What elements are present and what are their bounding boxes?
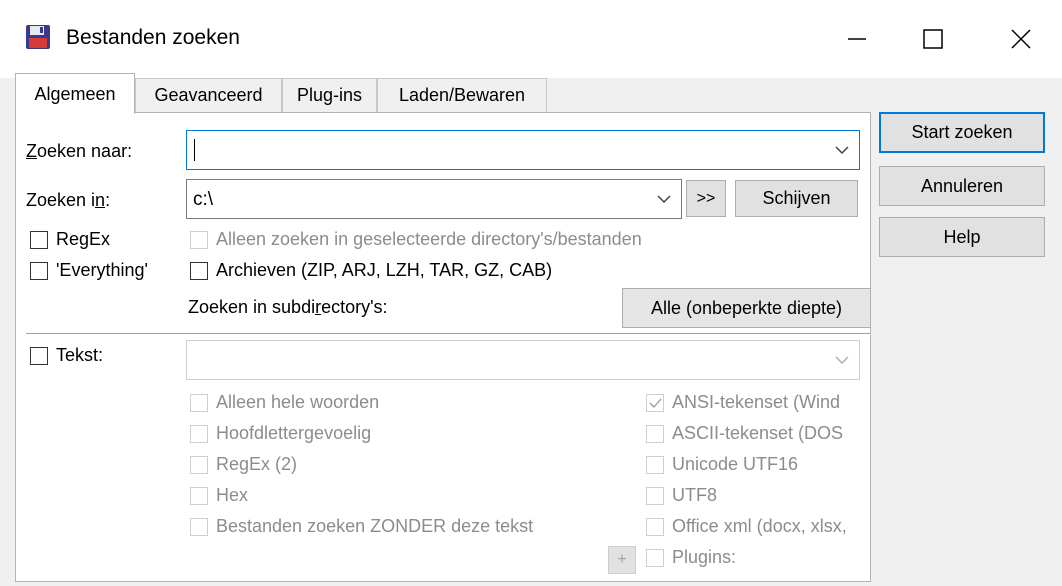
window-title: Bestanden zoeken	[66, 26, 240, 49]
hex-label: Hex	[216, 485, 249, 505]
maximize-button[interactable]	[902, 0, 964, 78]
text-cursor	[194, 139, 195, 161]
tab-algemeen[interactable]: Algemeen	[15, 73, 135, 114]
maximize-icon	[923, 29, 943, 49]
chevron-down-icon	[835, 356, 849, 364]
regex-label: RegEx	[56, 229, 111, 249]
text-label: Tekst:	[56, 345, 104, 365]
drives-button[interactable]: Schijven	[735, 180, 858, 217]
regex2-label: RegEx (2)	[216, 454, 298, 474]
tab-laden-bewaren[interactable]: Laden/Bewaren	[377, 78, 547, 112]
floppy-disk-icon	[26, 25, 50, 49]
text-checkbox[interactable]	[30, 347, 48, 365]
start-search-button[interactable]: Start zoeken	[879, 112, 1045, 153]
case-sensitive-checkbox[interactable]	[190, 425, 208, 443]
subdirs-label: Zoeken in subdirectory's:	[188, 297, 388, 317]
close-icon	[1011, 29, 1031, 49]
subdirs-depth-button[interactable]: Alle (onbeperkte diepte)	[622, 288, 871, 328]
browse-button[interactable]: >>	[686, 180, 726, 217]
utf16-checkbox[interactable]	[646, 456, 664, 474]
without-text-label: Bestanden zoeken ZONDER deze tekst	[216, 516, 534, 536]
chevron-down-icon	[835, 146, 849, 154]
ansi-label: ANSI-tekenset (Wind	[672, 392, 841, 412]
archives-checkbox[interactable]	[190, 262, 208, 280]
regex-checkbox[interactable]	[30, 231, 48, 249]
tab-plugins[interactable]: Plug-ins	[282, 78, 377, 112]
search-in-value: c:\	[193, 189, 214, 210]
utf8-label: UTF8	[672, 485, 717, 505]
search-in-combobox[interactable]: c:\	[186, 179, 682, 219]
ascii-checkbox[interactable]	[646, 425, 664, 443]
close-button[interactable]	[990, 0, 1052, 78]
ascii-label: ASCII-tekenset (DOS	[672, 423, 844, 443]
utf8-checkbox[interactable]	[646, 487, 664, 505]
archives-label: Archieven (ZIP, ARJ, LZH, TAR, GZ, CAB)	[216, 260, 553, 280]
without-text-checkbox[interactable]	[190, 518, 208, 536]
case-sensitive-label: Hoofdlettergevoelig	[216, 423, 372, 443]
minimize-icon	[848, 38, 866, 40]
selected-only-checkbox[interactable]	[190, 231, 208, 249]
chevron-down-icon	[657, 195, 671, 203]
ansi-checkbox[interactable]	[646, 394, 664, 412]
plugins-add-button[interactable]: +	[608, 546, 636, 574]
whole-words-label: Alleen hele woorden	[216, 392, 380, 412]
utf16-label: Unicode UTF16	[672, 454, 799, 474]
search-in-label: Zoeken in:	[26, 190, 111, 210]
everything-label: 'Everything'	[56, 260, 148, 280]
help-button[interactable]: Help	[879, 217, 1045, 257]
checkmark-icon	[649, 398, 662, 409]
text-combobox[interactable]	[186, 340, 860, 380]
search-for-label: Zoeken naar:	[26, 141, 133, 161]
office-xml-checkbox[interactable]	[646, 518, 664, 536]
search-for-combobox[interactable]	[186, 130, 860, 170]
plugins-label: Plugins:	[672, 547, 737, 567]
minimize-button[interactable]	[826, 0, 888, 78]
whole-words-checkbox[interactable]	[190, 394, 208, 412]
cancel-button[interactable]: Annuleren	[879, 166, 1045, 206]
plugins-checkbox[interactable]	[646, 549, 664, 567]
tab-geavanceerd[interactable]: Geavanceerd	[135, 78, 282, 112]
selected-only-label: Alleen zoeken in geselecteerde directory…	[216, 229, 642, 249]
hex-checkbox[interactable]	[190, 487, 208, 505]
everything-checkbox[interactable]	[30, 262, 48, 280]
regex2-checkbox[interactable]	[190, 456, 208, 474]
office-xml-label: Office xml (docx, xlsx,	[672, 516, 847, 536]
separator-highlight	[26, 334, 871, 335]
encoding-options: ANSI-tekenset (Wind ASCII-tekenset (DOS …	[640, 385, 870, 581]
